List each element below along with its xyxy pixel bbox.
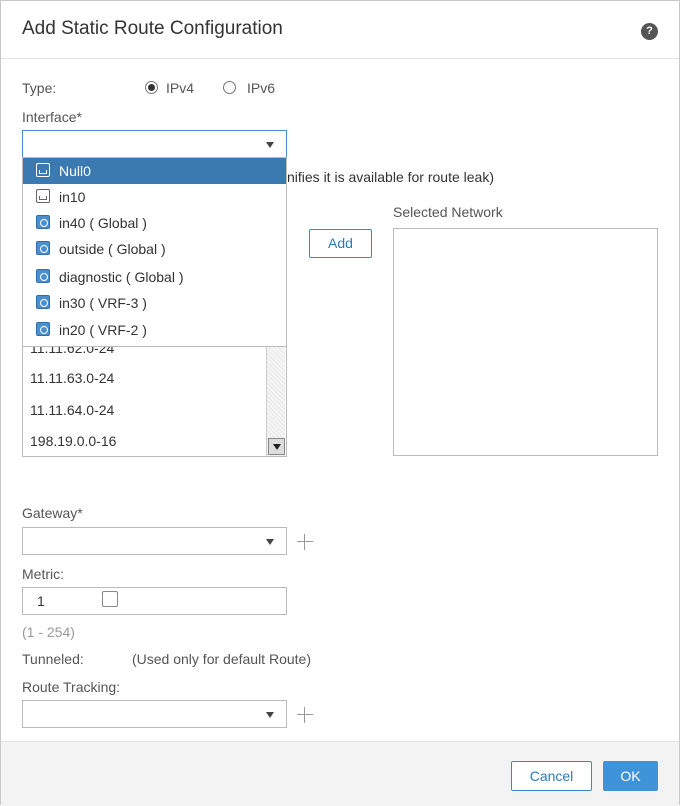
gateway-select[interactable] — [22, 527, 287, 555]
interface-label: Interface* — [22, 109, 82, 125]
dropdown-item-outside[interactable]: outside ( Global ) — [23, 236, 286, 262]
metric-input[interactable]: 1 — [22, 587, 287, 615]
available-network-list[interactable]: 11.11.62.0-24 11.11.63.0-24 11.11.64.0-2… — [22, 339, 287, 457]
interface-icon — [36, 163, 50, 177]
chevron-down-icon — [266, 539, 274, 545]
list-item[interactable]: 198.19.0.0-16 — [30, 433, 116, 449]
ipv6-radio[interactable] — [223, 81, 236, 94]
metric-label: Metric: — [22, 566, 64, 582]
route-leak-hint: nifies it is available for route leak) — [287, 169, 494, 185]
dropdown-item-in10[interactable]: in10 — [23, 184, 286, 210]
route-tracking-select[interactable] — [22, 700, 287, 728]
metric-range-hint: (1 - 254) — [22, 624, 75, 640]
selected-network-label: Selected Network — [393, 204, 503, 220]
global-interface-icon — [36, 322, 50, 336]
scroll-down-arrow-icon[interactable] — [268, 438, 285, 455]
dropdown-item-label: in10 — [59, 189, 86, 205]
dialog-footer: Cancel OK — [1, 741, 679, 806]
list-item[interactable]: 11.11.64.0-24 — [30, 402, 114, 418]
cancel-button[interactable]: Cancel — [511, 761, 592, 791]
interface-select[interactable] — [22, 130, 287, 158]
dropdown-item-label: in40 ( Global ) — [59, 215, 147, 231]
add-gateway-plus-icon[interactable] — [297, 534, 313, 550]
chevron-down-icon — [266, 712, 274, 718]
dropdown-item-diagnostic[interactable]: diagnostic ( Global ) — [23, 264, 286, 290]
chevron-down-icon — [266, 142, 274, 148]
dialog-header: Add Static Route Configuration ? — [1, 1, 679, 59]
tunneled-note: (Used only for default Route) — [132, 651, 311, 667]
interface-icon — [36, 189, 50, 203]
interface-dropdown-menu: Null0 in10 in40 ( Global ) outside ( Glo… — [22, 157, 287, 347]
dropdown-item-label: in20 ( VRF-2 ) — [59, 322, 147, 338]
add-network-button[interactable]: Add — [309, 229, 372, 258]
dialog-body: Type: IPv4 IPv6 Interface* nifies it is … — [1, 59, 679, 741]
gateway-label: Gateway* — [22, 505, 83, 521]
dropdown-item-label: in30 ( VRF-3 ) — [59, 295, 147, 311]
dropdown-item-label: diagnostic ( Global ) — [59, 269, 184, 285]
dropdown-item-label: outside ( Global ) — [59, 241, 166, 257]
route-tracking-label: Route Tracking: — [22, 679, 121, 695]
global-interface-icon — [36, 241, 50, 255]
tunneled-label: Tunneled: — [22, 651, 84, 667]
tunneled-checkbox[interactable] — [102, 591, 118, 607]
dropdown-item-in20[interactable]: in20 ( VRF-2 ) — [23, 317, 286, 343]
help-icon[interactable]: ? — [641, 23, 658, 40]
global-interface-icon — [36, 295, 50, 309]
global-interface-icon — [36, 269, 50, 283]
ipv4-label[interactable]: IPv4 — [166, 80, 194, 96]
dropdown-item-label: Null0 — [59, 163, 91, 179]
dropdown-item-in40[interactable]: in40 ( Global ) — [23, 210, 286, 236]
ok-button[interactable]: OK — [603, 761, 658, 791]
list-item[interactable]: 11.11.63.0-24 — [30, 370, 114, 386]
global-interface-icon — [36, 215, 50, 229]
dropdown-item-in30[interactable]: in30 ( VRF-3 ) — [23, 290, 286, 316]
static-route-dialog: Add Static Route Configuration ? Type: I… — [0, 0, 680, 806]
ipv4-radio[interactable] — [145, 81, 158, 94]
ipv6-label[interactable]: IPv6 — [247, 80, 275, 96]
dropdown-item-null0[interactable]: Null0 — [23, 158, 286, 184]
dialog-title: Add Static Route Configuration — [22, 18, 283, 39]
add-route-tracking-plus-icon[interactable] — [297, 707, 313, 723]
type-label: Type: — [22, 80, 57, 96]
selected-network-list[interactable] — [393, 228, 658, 456]
